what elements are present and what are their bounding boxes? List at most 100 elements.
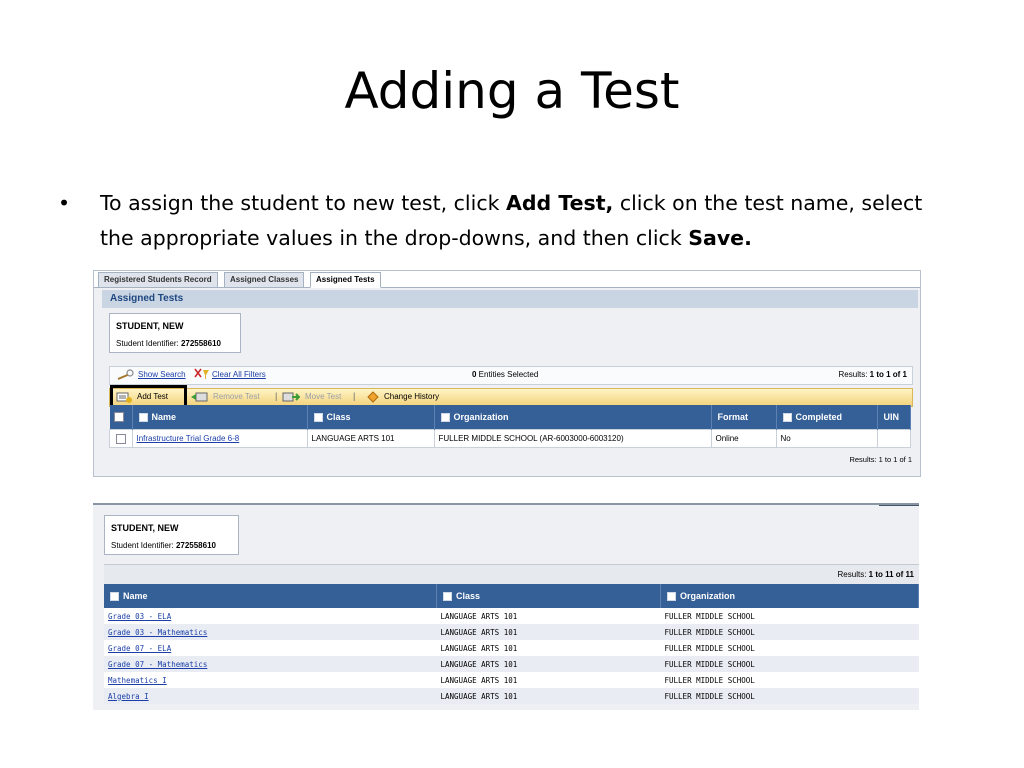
column-toggle-icon [667,592,676,602]
student-identifier: Student Identifier: 272558610 [111,541,216,550]
instruction-bold-save: Save. [688,226,752,250]
clear-filter-icon [194,368,210,382]
available-tests-table: Name Class Organization Grade 03 - ELA L… [104,584,919,704]
cell-name[interactable]: Infrastructure Trial Grade 6-8 [131,429,308,448]
remove-test-icon [190,391,208,405]
cell-organization: FULLER MIDDLE SCHOOL [660,688,919,704]
student-id-label: Student Identifier: [111,541,176,550]
test-name-link[interactable]: Grade 07 - ELA [108,644,171,653]
column-header-class[interactable]: Class [307,405,435,430]
cell-completed: No [775,429,878,448]
cell-organization: FULLER MIDDLE SCHOOL [660,640,919,656]
results-top: Results: 1 to 1 of 1 [839,370,907,379]
row-select-cell[interactable] [109,429,133,448]
column-header-format[interactable]: Format [711,405,777,430]
select-all-checkbox[interactable] [113,412,124,423]
column-organization-label: Organization [680,590,736,601]
student-id-value: 272558610 [175,541,216,550]
table-row[interactable]: Algebra I LANGUAGE ARTS 101 FULLER MIDDL… [104,688,919,704]
student-name: STUDENT, NEW [116,321,184,331]
cell-name[interactable]: Grade 07 - Mathematics [104,656,437,672]
column-header-uin[interactable]: UIN [877,405,911,430]
cell-organization: FULLER MIDDLE SCHOOL [660,608,919,624]
column-header-name[interactable]: Name [132,405,308,430]
test-name-link[interactable]: Infrastructure Trial Grade 6-8 [137,434,240,443]
entities-label: Entities Selected [476,370,539,379]
table-row[interactable]: Mathematics I LANGUAGE ARTS 101 FULLER M… [104,672,919,688]
slide-title: Adding a Test [344,62,680,120]
instruction-text: To assign the student to new test, click… [100,186,950,256]
table-row[interactable]: Infrastructure Trial Grade 6-8 LANGUAGE … [109,429,911,448]
table-header-row: Name Class Organization [104,584,919,608]
cell-name[interactable]: Algebra I [104,688,437,704]
assigned-tests-table: Name Class Organization Format Completed… [109,405,911,448]
student-info-box: STUDENT, NEW Student Identifier: 2725586… [104,515,239,555]
test-name-link[interactable]: Grade 03 - ELA [108,612,171,621]
results-bar: Results: 1 to 11 of 11 [104,564,919,585]
cell-organization: FULLER MIDDLE SCHOOL [660,672,919,688]
cell-class: LANGUAGE ARTS 101 [436,608,661,624]
entities-selected: 0 Entities Selected [472,370,538,379]
column-toggle-icon [443,592,452,602]
tab-bar: Registered Students Record Assigned Clas… [94,271,920,288]
show-search-link[interactable]: Show Search [138,370,186,379]
table-row[interactable]: Grade 07 - Mathematics LANGUAGE ARTS 101… [104,656,919,672]
filter-bar: Show Search Clear All Filters 0 Entities… [109,366,913,385]
results-label: Results: [837,570,869,579]
remove-test-button[interactable]: Remove Test [213,392,260,401]
column-header-organization[interactable]: Organization [660,584,919,608]
results-bottom: Results: 1 to 1 of 1 [849,455,912,464]
cell-class: LANGUAGE ARTS 101 [436,688,661,704]
table-row[interactable]: Grade 07 - ELA LANGUAGE ARTS 101 FULLER … [104,640,919,656]
column-header-completed[interactable]: Completed [776,405,878,430]
column-completed-label: Completed [795,411,843,422]
magnifier-icon [116,369,136,382]
cell-organization: FULLER MIDDLE SCHOOL [660,624,919,640]
test-name-link[interactable]: Mathematics I [108,676,167,685]
column-format-label: Format [717,412,749,422]
column-header-name[interactable]: Name [104,584,437,608]
clear-all-filters-link[interactable]: Clear All Filters [212,370,266,379]
cell-uin [876,429,911,448]
select-all-header[interactable] [109,405,133,430]
results-count: Results: 1 to 11 of 11 [838,570,914,579]
test-name-link[interactable]: Grade 03 - Mathematics [108,628,207,637]
test-name-link[interactable]: Algebra I [108,692,149,701]
row-checkbox[interactable] [115,433,126,444]
tab-registered-students-record[interactable]: Registered Students Record [98,272,218,288]
column-toggle-icon [110,592,119,602]
test-selection-screenshot: STUDENT, NEW Student Identifier: 2725586… [93,503,919,710]
table-row[interactable]: Grade 03 - Mathematics LANGUAGE ARTS 101… [104,624,919,640]
student-id-label: Student Identifier: [116,339,181,348]
column-toggle-icon [138,413,148,423]
tab-assigned-classes[interactable]: Assigned Classes [224,272,305,288]
cell-organization: FULLER MIDDLE SCHOOL [660,656,919,672]
table-row[interactable]: Grade 03 - ELA LANGUAGE ARTS 101 FULLER … [104,608,919,624]
column-toggle-icon [313,413,323,423]
column-name-label: Name [123,590,148,601]
table-header-row: Name Class Organization Format Completed… [109,405,911,430]
test-name-link[interactable]: Grade 07 - Mathematics [108,660,207,669]
cell-format: Online [710,429,777,448]
cell-name[interactable]: Grade 07 - ELA [104,640,437,656]
change-history-button[interactable]: Change History [384,392,439,401]
column-toggle-icon [440,413,450,423]
column-header-organization[interactable]: Organization [434,405,712,430]
section-header: Assigned Tests [102,290,918,308]
cell-name[interactable]: Grade 03 - Mathematics [104,624,437,640]
tab-assigned-tests[interactable]: Assigned Tests [310,272,381,288]
instruction-part1: To assign the student to new test, click [100,191,506,215]
instruction-bold-add-test: Add Test, [506,191,614,215]
move-test-icon [282,391,301,405]
student-identifier: Student Identifier: 272558610 [116,339,221,348]
top-accent-line [879,505,919,506]
column-class-label: Class [456,590,481,601]
column-header-class[interactable]: Class [436,584,661,608]
results-value: 1 to 1 of 1 [869,370,907,379]
cell-class: LANGUAGE ARTS 101 [436,624,661,640]
change-history-icon [366,391,380,405]
move-test-button[interactable]: Move Test [305,392,341,401]
cell-name[interactable]: Grade 03 - ELA [104,608,437,624]
cell-class: LANGUAGE ARTS 101 [436,672,661,688]
cell-name[interactable]: Mathematics I [104,672,437,688]
